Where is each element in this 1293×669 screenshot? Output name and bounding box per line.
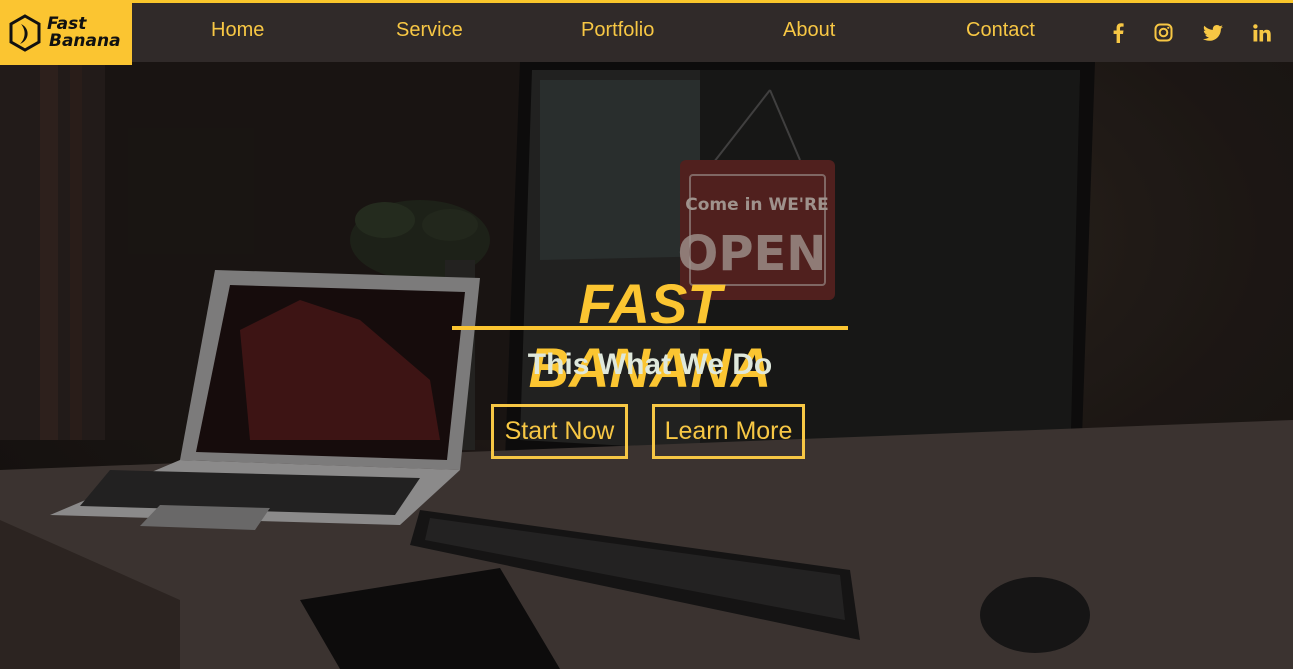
linkedin-link[interactable] [1248,3,1276,62]
hero-subtitle: This What We Do [527,348,773,381]
brand-logo[interactable]: Fast Banana [0,0,132,65]
linkedin-icon [1253,23,1271,41]
brand-name: Fast Banana [47,13,121,51]
start-now-button[interactable]: Start Now [491,404,628,459]
twitter-icon [1203,24,1223,41]
nav-item-portfolio[interactable]: Portfolio [581,19,654,42]
nav-item-service[interactable]: Service [396,19,463,42]
nav-item-contact[interactable]: Contact [966,19,1035,42]
twitter-link[interactable] [1199,3,1227,62]
hero-title-underline [452,326,848,330]
facebook-icon [1113,22,1124,43]
instagram-icon [1154,23,1172,42]
brand-line1: Fast [47,13,87,34]
banana-hexagon-icon [9,13,41,52]
brand-line2: Banana [49,30,121,51]
nav-item-about[interactable]: About [783,19,835,42]
learn-more-button[interactable]: Learn More [652,404,805,459]
instagram-link[interactable] [1149,3,1177,62]
site-header: Fast Banana Home Service Portfolio About… [0,0,1293,65]
hero-section: FAST BANANA This What We Do Start Now Le… [0,62,1293,669]
nav-item-home[interactable]: Home [211,19,264,42]
facebook-link[interactable] [1104,3,1132,62]
